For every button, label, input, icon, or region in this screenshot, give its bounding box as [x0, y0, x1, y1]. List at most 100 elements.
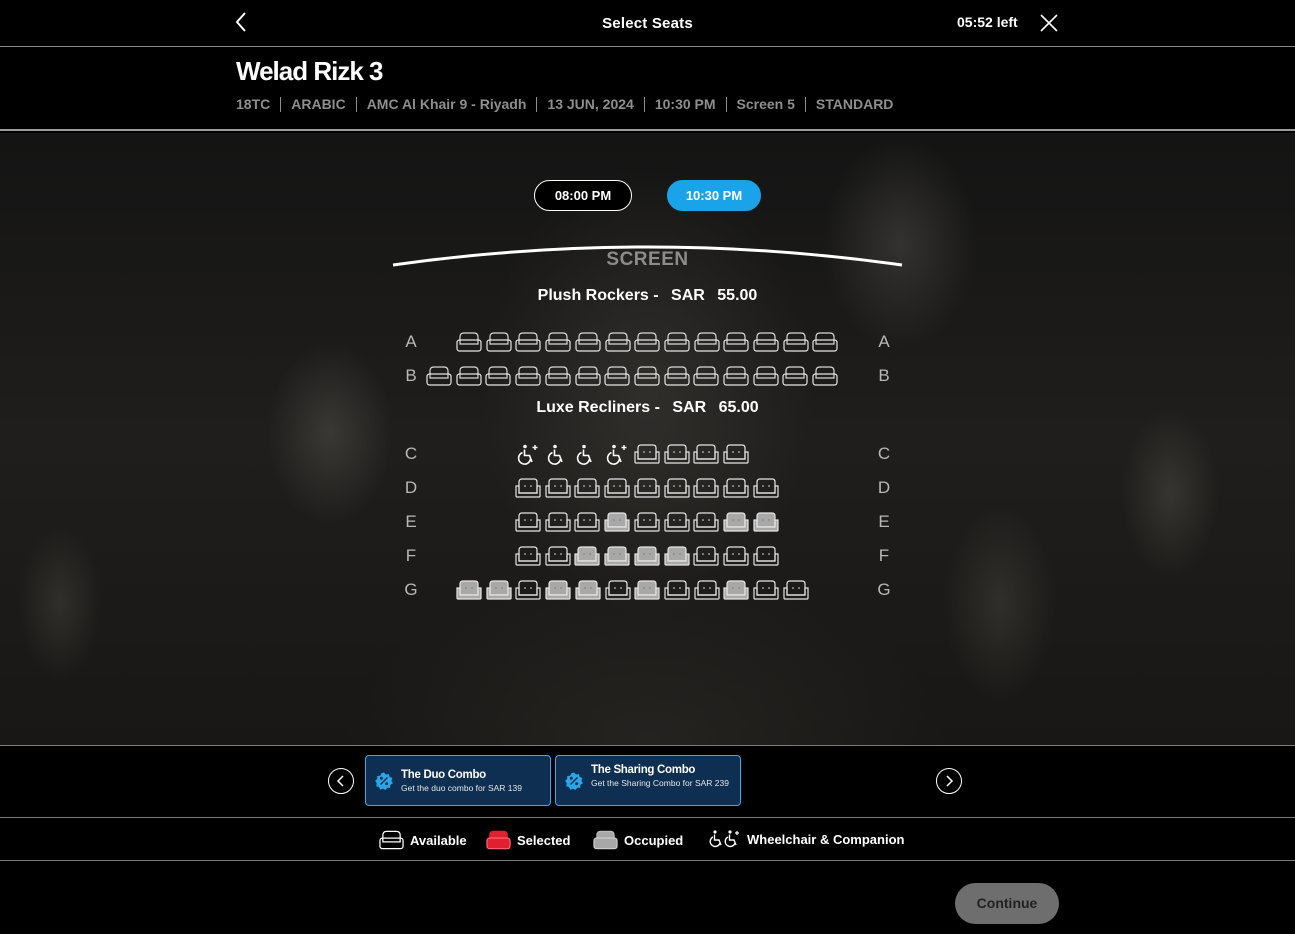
row-label-f: F [878, 546, 890, 565]
seat-available[interactable] [456, 331, 482, 353]
seat-available[interactable] [575, 331, 601, 353]
seat-available[interactable] [693, 443, 719, 465]
seat-available[interactable] [664, 511, 690, 533]
seat-available[interactable] [812, 365, 838, 387]
row-label-c: C [404, 444, 418, 463]
discount-badge-icon [375, 772, 393, 790]
seat-available[interactable] [545, 511, 571, 533]
seat-available[interactable] [426, 365, 452, 387]
seat-available[interactable] [753, 331, 779, 353]
seat-available[interactable] [634, 331, 660, 353]
seat-available[interactable] [664, 477, 690, 499]
seat-available[interactable] [634, 365, 660, 387]
seat-available[interactable] [486, 331, 512, 353]
seat-available[interactable] [515, 331, 541, 353]
seat-available[interactable] [545, 477, 571, 499]
legend-label: Occupied [624, 832, 684, 848]
section-price: 65.00 [718, 399, 759, 416]
meta-divider [280, 96, 282, 112]
seat-available[interactable] [604, 365, 630, 387]
seat-available[interactable] [515, 365, 541, 387]
row-label-g: G [404, 580, 418, 599]
seat-occupied [456, 579, 482, 601]
seat-available[interactable] [723, 545, 749, 567]
seat-available[interactable] [693, 477, 719, 499]
legend-label: Selected [517, 832, 571, 848]
screen-label: SCREEN [606, 249, 689, 270]
meta-time: 10:30 PM [654, 96, 716, 112]
seat-available[interactable] [693, 365, 719, 387]
row-label-a: A [405, 332, 417, 351]
movie-title: Welad Rizk 3 [236, 56, 383, 86]
carousel-next-button[interactable] [936, 768, 962, 794]
seat-available[interactable] [753, 579, 779, 601]
combo-name: The Duo Combo [401, 769, 486, 781]
showtime-option[interactable]: 08:00 PM [534, 180, 632, 211]
seat-available[interactable] [694, 579, 720, 601]
seat-available[interactable] [723, 331, 749, 353]
seat-available[interactable] [574, 511, 600, 533]
seat-occupied [723, 511, 749, 533]
wheelchair-companion-seat-icon[interactable] [604, 443, 630, 465]
seat-available[interactable] [605, 579, 631, 601]
seat-available[interactable] [783, 579, 809, 601]
legend-available: Available [379, 829, 467, 851]
row-label-d: D [877, 478, 891, 497]
seat-available[interactable] [782, 365, 808, 387]
section-price: 55.00 [717, 287, 758, 304]
seat-available[interactable] [515, 511, 541, 533]
seat-available[interactable] [723, 365, 749, 387]
seat-occupied [753, 511, 779, 533]
seat-available[interactable] [664, 331, 690, 353]
seat-occupied [486, 579, 512, 601]
wheelchair-seat-icon[interactable] [574, 443, 600, 465]
seat-available[interactable] [693, 511, 719, 533]
continue-button[interactable]: Continue [955, 883, 1059, 924]
seat-occupied-icon [593, 830, 618, 850]
carousel-prev-button[interactable] [328, 768, 354, 794]
seat-available[interactable] [664, 579, 690, 601]
wheelchair-companion-seat-icon[interactable] [515, 443, 541, 465]
seat-available[interactable] [664, 365, 690, 387]
seat-available[interactable] [485, 365, 511, 387]
combo-card[interactable]: The Sharing Combo Get the Sharing Combo … [555, 755, 741, 806]
seat-available[interactable] [753, 545, 779, 567]
seat-available[interactable] [545, 365, 571, 387]
row-label-b: B [405, 366, 417, 385]
meta-divider [536, 96, 538, 112]
combo-card[interactable]: The Duo Combo Get the duo combo for SAR … [365, 755, 551, 806]
seat-available[interactable] [604, 477, 630, 499]
meta-divider [643, 96, 645, 112]
seat-available[interactable] [456, 365, 482, 387]
seat-available[interactable] [575, 365, 601, 387]
meta-divider [725, 96, 727, 112]
close-icon[interactable] [1039, 13, 1059, 33]
seat-available[interactable] [723, 443, 749, 465]
wheelchair-icon [709, 830, 739, 848]
wheelchair-seat-icon[interactable] [545, 443, 571, 465]
seat-available[interactable] [664, 443, 690, 465]
seat-available[interactable] [515, 579, 541, 601]
seat-available[interactable] [753, 477, 779, 499]
showtime-option-selected[interactable]: 10:30 PM [667, 180, 761, 211]
seat-available[interactable] [694, 331, 720, 353]
seat-available[interactable] [812, 331, 838, 353]
showtime-selector: 08:00 PM 10:30 PM [0, 180, 1295, 211]
seat-legend: Available Selected Occupied Wheelchair &… [0, 819, 1295, 861]
seat-available[interactable] [545, 545, 571, 567]
seat-available[interactable] [634, 443, 660, 465]
seat-available[interactable] [515, 545, 541, 567]
seat-available[interactable] [753, 365, 779, 387]
seat-available[interactable] [634, 511, 660, 533]
seat-available[interactable] [605, 331, 631, 353]
seat-available[interactable] [783, 331, 809, 353]
seat-available[interactable] [574, 477, 600, 499]
seat-available[interactable] [515, 477, 541, 499]
seat-available[interactable] [693, 545, 719, 567]
seat-available[interactable] [723, 477, 749, 499]
seat-available[interactable] [545, 331, 571, 353]
legend-label: Available [410, 832, 467, 848]
seat-available[interactable] [634, 477, 660, 499]
discount-badge-icon [565, 772, 583, 790]
meta-rating: 18TC [236, 96, 271, 112]
